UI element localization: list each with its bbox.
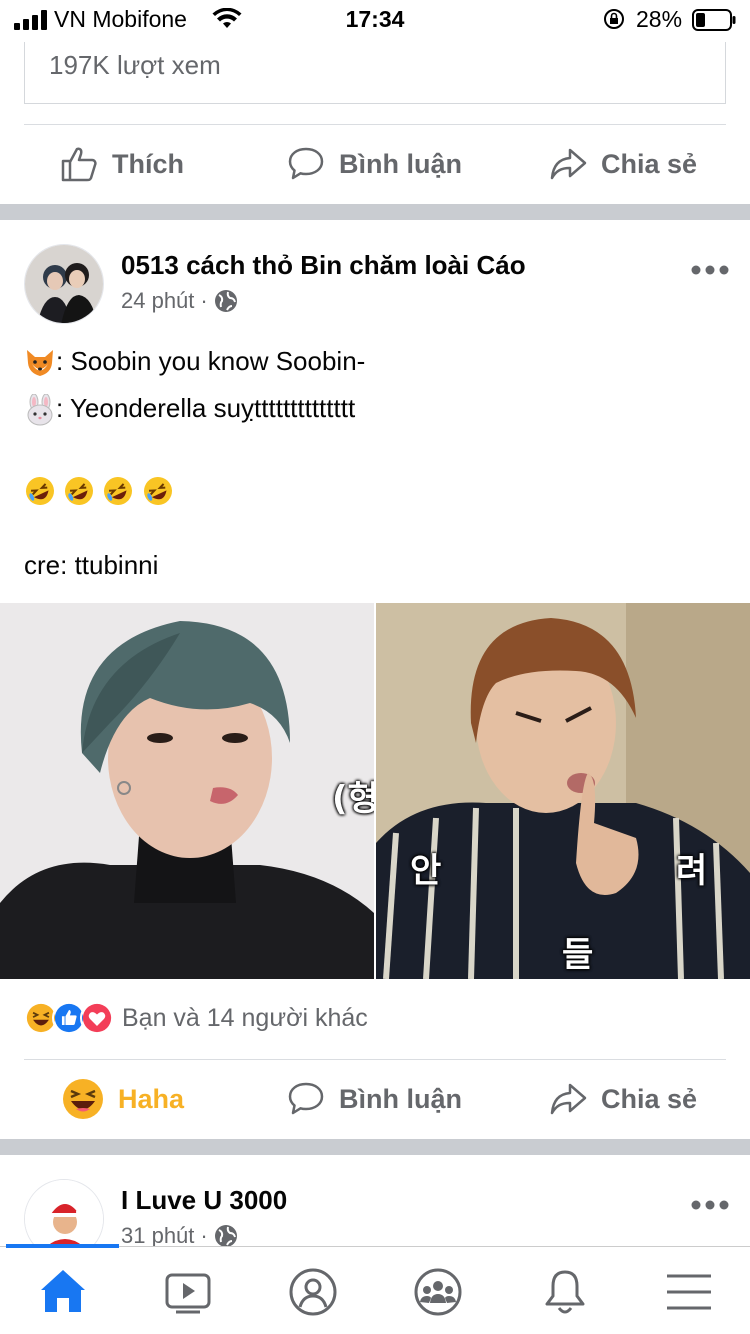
tab-menu[interactable]: [662, 1265, 716, 1319]
globe-icon: [214, 1225, 237, 1247]
comment-button[interactable]: Bình luận: [287, 1059, 462, 1139]
tab-home[interactable]: [36, 1265, 90, 1319]
share-button[interactable]: Chia sẻ: [549, 124, 697, 204]
post-author-title[interactable]: 0513 cách thỏ Bin chăm loài Cáo: [121, 250, 526, 281]
love-reaction-icon: [80, 1001, 114, 1035]
tab-groups[interactable]: [411, 1265, 465, 1319]
photo-caption-right-3: 들: [562, 935, 594, 975]
like-label: Thích: [112, 148, 184, 179]
post-meta: 24 phút ·: [121, 288, 238, 314]
post-emoji-line: [24, 474, 174, 507]
photo-right-image: [376, 603, 750, 979]
comment-icon: [288, 1082, 324, 1115]
bottom-tab-bar: [0, 1244, 750, 1334]
photo-left-image: [0, 603, 374, 979]
post-line-text: : Yeonderella suỵtttttttttttttt: [56, 393, 356, 423]
share-icon: [550, 1083, 587, 1115]
tab-watch[interactable]: [161, 1265, 215, 1319]
tab-profile[interactable]: [286, 1265, 340, 1319]
battery-icon: [692, 9, 736, 31]
groups-icon: [414, 1268, 462, 1316]
comment-button[interactable]: Bình luận: [287, 124, 462, 204]
share-label: Chia sẻ: [601, 1083, 698, 1114]
more-options-icon[interactable]: [690, 264, 730, 276]
reaction-summary[interactable]: Bạn và 14 người khác: [24, 1001, 368, 1035]
like-button[interactable]: Thích: [60, 124, 184, 204]
post-photo[interactable]: (형 안 려 들: [0, 603, 750, 979]
more-options-icon[interactable]: [690, 1199, 730, 1211]
globe-icon: [214, 290, 237, 312]
rofl-emoji-icon: [104, 477, 133, 506]
photo-left: (형: [0, 603, 374, 979]
view-count: 197K lượt xem: [49, 50, 221, 80]
post-line-1: : Soobin you know Soobin-: [24, 346, 365, 379]
rofl-emoji-icon: [65, 477, 94, 506]
photo-caption-right-2: 려: [676, 851, 708, 891]
menu-icon: [667, 1274, 711, 1310]
post-time[interactable]: 24 phút: [121, 288, 194, 314]
watch-icon: [165, 1273, 211, 1314]
next-post-author[interactable]: I Luve U 3000: [121, 1185, 287, 1216]
profile-icon: [289, 1268, 337, 1316]
fox-emoji-icon: [27, 350, 53, 377]
comment-label: Bình luận: [339, 1083, 462, 1114]
haha-label: Haha: [118, 1083, 185, 1114]
post-line-text: : Soobin you know Soobin-: [56, 346, 366, 376]
tab-notifications[interactable]: [538, 1265, 592, 1319]
rotation-lock-icon: [604, 9, 624, 29]
photo-caption-left: (형: [332, 779, 374, 819]
share-label: Chia sẻ: [601, 148, 698, 179]
photo-right: 안 려 들: [376, 603, 750, 979]
thumbs-up-icon: [61, 147, 97, 182]
view-count-box: 197K lượt xem: [24, 42, 726, 104]
bell-icon: [545, 1270, 585, 1314]
reaction-summary-text: Bạn và 14 người khác: [122, 1003, 368, 1032]
photo-caption-right-1: 안: [410, 851, 442, 891]
haha-button[interactable]: Haha: [62, 1059, 184, 1139]
haha-icon: [63, 1079, 103, 1119]
rofl-emoji-icon: [26, 477, 54, 506]
comment-label: Bình luận: [339, 148, 462, 179]
avatar-image: [25, 245, 103, 323]
feed-separator: [0, 1139, 750, 1155]
feed-separator: [0, 204, 750, 220]
home-icon: [41, 1270, 85, 1312]
meta-dot: ·: [200, 288, 208, 313]
share-icon: [550, 148, 587, 180]
post-line-2: : Yeonderella suỵtttttttttttttt: [24, 393, 355, 426]
prev-post-action-bar: Thích Bình luận Chia sẻ: [0, 124, 750, 204]
status-bar: VN Mobifone 17:34 28%: [0, 0, 750, 40]
avatar[interactable]: [24, 244, 104, 324]
rofl-emoji-icon: [143, 477, 172, 506]
post-action-bar: Haha Bình luận Chia sẻ: [0, 1059, 750, 1139]
share-button[interactable]: Chia sẻ: [549, 1059, 697, 1139]
battery-percentage: 28%: [636, 6, 683, 32]
rabbit-emoji-icon: [27, 394, 53, 426]
active-tab-indicator: [6, 1244, 119, 1248]
post-credit: cre: ttubinni: [24, 550, 159, 580]
comment-icon: [288, 147, 324, 180]
